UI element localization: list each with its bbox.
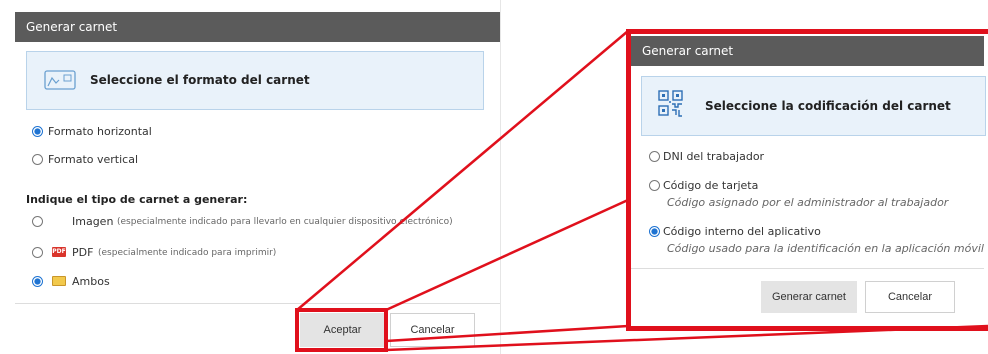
callout-line — [296, 30, 629, 311]
callout-line — [385, 324, 629, 343]
accept-highlight — [295, 308, 388, 352]
zoom-callout-overlay — [295, 29, 988, 352]
zoom-frame — [626, 29, 988, 331]
callout-line — [385, 198, 629, 312]
